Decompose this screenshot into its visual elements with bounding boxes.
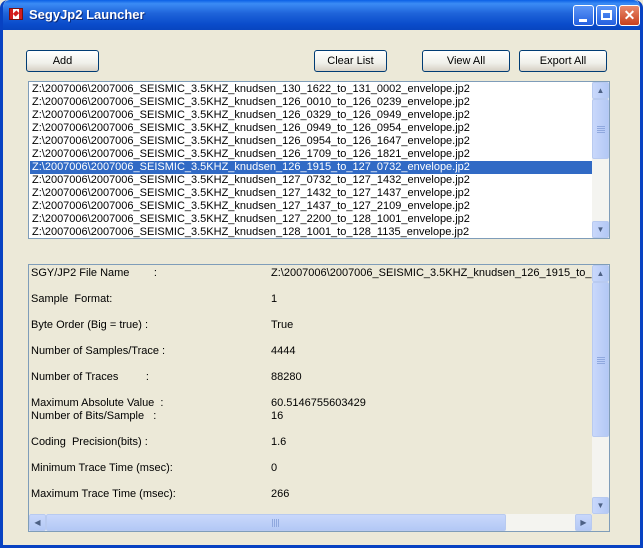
list-item[interactable]: Z:\2007006\2007006_SEISMIC_3.5KHZ_knudse… (30, 135, 594, 148)
scrollbar-corner (592, 514, 609, 531)
list-item[interactable]: Z:\2007006\2007006_SEISMIC_3.5KHZ_knudse… (30, 109, 594, 122)
file-list-scrollbar[interactable]: ▲ ▼ (592, 82, 609, 238)
list-item[interactable]: Z:\2007006\2007006_SEISMIC_3.5KHZ_knudse… (30, 174, 594, 187)
minimize-icon (579, 19, 587, 22)
scroll-down-icon[interactable]: ▼ (592, 221, 609, 238)
window-title: SegyJp2 Launcher (29, 7, 145, 22)
info-value: 60.5146755603429 (271, 397, 366, 409)
info-label: SGY/JP2 File Name : (31, 267, 157, 279)
minimize-button[interactable] (573, 5, 594, 26)
list-item[interactable]: Z:\2007006\2007006_SEISMIC_3.5KHZ_knudse… (30, 226, 594, 238)
info-label: Coding Precision(bits) : (31, 436, 148, 448)
scroll-left-icon[interactable]: ◀ (29, 514, 46, 531)
add-button[interactable]: Add (26, 50, 99, 72)
view-all-button[interactable]: View All (422, 50, 510, 72)
info-label: Sample Format: (31, 293, 113, 305)
info-value: 4444 (271, 345, 296, 357)
close-button[interactable]: ✕ (619, 5, 640, 26)
scroll-thumb[interactable] (592, 282, 609, 437)
info-label: Minimum Trace Time (msec): (31, 462, 173, 474)
info-value: 266 (271, 488, 290, 500)
maximize-button[interactable] (596, 5, 617, 26)
info-label: Number of Bits/Sample : (31, 410, 157, 422)
file-list[interactable]: Z:\2007006\2007006_SEISMIC_3.5KHZ_knudse… (28, 81, 610, 239)
scroll-down-icon[interactable]: ▼ (592, 497, 609, 514)
scroll-up-icon[interactable]: ▲ (592, 82, 609, 99)
list-item[interactable]: Z:\2007006\2007006_SEISMIC_3.5KHZ_knudse… (30, 187, 594, 200)
horizontal-scroll-thumb[interactable] (46, 514, 506, 531)
export-all-button[interactable]: Export All (519, 50, 607, 72)
info-value: 88280 (271, 371, 302, 383)
info-vertical-scrollbar[interactable]: ▲ ▼ (592, 265, 609, 514)
info-value: 16 (271, 410, 284, 422)
list-item[interactable]: Z:\2007006\2007006_SEISMIC_3.5KHZ_knudse… (30, 200, 594, 213)
scroll-up-icon[interactable]: ▲ (592, 265, 609, 282)
info-label: Maximum Absolute Value : (31, 397, 164, 409)
scroll-right-icon[interactable]: ▶ (575, 514, 592, 531)
list-item[interactable]: Z:\2007006\2007006_SEISMIC_3.5KHZ_knudse… (30, 96, 594, 109)
maximize-icon (601, 10, 612, 20)
info-label: Byte Order (Big = true) : (31, 319, 149, 331)
list-item[interactable]: Z:\2007006\2007006_SEISMIC_3.5KHZ_knudse… (30, 148, 594, 161)
info-value: True (271, 319, 294, 331)
info-horizontal-scrollbar[interactable]: ◀ ▶ (29, 514, 592, 531)
info-label: Maximum Trace Time (msec): (31, 488, 176, 500)
info-label: Number of Traces : (31, 371, 149, 383)
list-item[interactable]: Z:\2007006\2007006_SEISMIC_3.5KHZ_knudse… (30, 122, 594, 135)
scroll-thumb[interactable] (592, 99, 609, 159)
info-label: Number of Samples/Trace : (31, 345, 166, 357)
clear-list-button[interactable]: Clear List (314, 50, 387, 72)
canada-flag-icon (9, 8, 23, 20)
app-window: SegyJp2 Launcher ✕ Add Clear List View A… (0, 0, 643, 548)
info-value: 0 (271, 462, 278, 474)
file-info-panel: SGY/JP2 File Name : Z:\2007006\2007006_SE… (28, 264, 610, 532)
list-item[interactable]: Z:\2007006\2007006_SEISMIC_3.5KHZ_knudse… (30, 213, 594, 226)
info-value: 1.6 (271, 436, 287, 448)
title-bar[interactable]: SegyJp2 Launcher ✕ (3, 0, 640, 30)
info-value: 1 (271, 293, 278, 305)
list-item[interactable]: Z:\2007006\2007006_SEISMIC_3.5KHZ_knudse… (30, 83, 594, 96)
info-value: Z:\2007006\2007006_SEISMIC_3.5KHZ_knudse… (271, 267, 609, 279)
list-item[interactable]: Z:\2007006\2007006_SEISMIC_3.5KHZ_knudse… (30, 161, 594, 174)
close-icon: ✕ (623, 7, 636, 23)
